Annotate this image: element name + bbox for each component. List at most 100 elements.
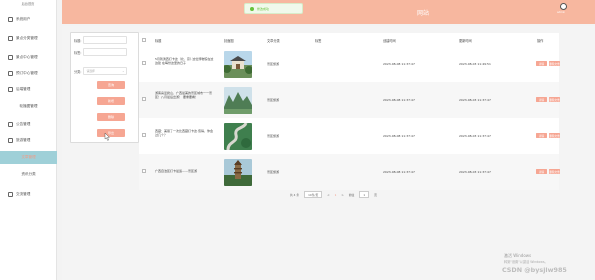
pagination: 共 4 条 10条/页 < 1 > 前往 1 页 [290,191,382,199]
row-created: 2023-08-08 11:37:47 [383,134,415,138]
detail-button[interactable]: 详情 [536,133,547,138]
windows-activation-hint: 转到"设置"以激活 Windows。 [504,260,548,264]
th-actions: 操作 [537,39,544,43]
sidebar-item-label: 系统用户 [16,17,31,21]
table-row: 游客喜爱爬山、广西最美的景区城市一一景区！八月最后出游！ 要重要看！ 景区旅游 … [139,82,560,118]
pin-icon [8,55,13,60]
table-row: 广西自治区打卡最适——景区游 景区旅游 2023-08-08 11:37:47 … [139,154,560,190]
sidebar-item-label: 景点分类管理 [16,36,38,40]
check-circle-icon [250,6,254,11]
goto-input[interactable]: 1 [359,191,370,199]
detail-button[interactable]: 详情 [536,97,547,102]
th-title: 标题 [155,39,162,43]
tag-field: 标签: [74,48,128,56]
map-icon [8,138,13,143]
title-input[interactable] [83,36,128,44]
sidebar-item-label: 文章管理 [21,155,36,159]
row-category: 景区旅游 [267,62,280,66]
select-all-checkbox[interactable] [142,38,146,42]
type-field: 分类: 请选择 ⌄ [74,67,128,75]
row-title[interactable]: 5月到漓西打卡这（北、京）·这位博物馆在这边建 在每份这里的日子 [155,57,215,65]
sidebar-item-backend[interactable]: 后端管理 [0,83,57,96]
row-updated: 2023-08-03 11:49:51 [459,62,491,66]
sidebar-item-notice[interactable]: 公告管理 [0,118,57,131]
page-number[interactable]: 1 [335,193,337,197]
pager-total: 共 4 条 [290,192,300,197]
sidebar-header[interactable]: 后台首页 [0,0,56,9]
toast-text: 修改成功 [257,6,270,11]
export-button[interactable]: 导出 [97,129,125,137]
sidebar-item-label: 资讯分类 [21,172,36,176]
row-checkbox[interactable] [142,97,146,101]
user-icon [8,17,13,22]
sidebar-item-label: 轮播图管理 [19,104,38,108]
type-placeholder: 请选择 [86,69,95,73]
sidebar-item-carousel[interactable]: 轮播图管理 [0,100,57,113]
title-label: 标题: [74,38,82,43]
row-created: 2023-08-08 11:37:47 [383,170,415,174]
delete-row-button[interactable]: 删除文章 [549,97,560,102]
row-created: 2023-08-08 11:37:47 [383,62,415,66]
topbar: 网站 admin [62,0,595,24]
goto-suffix: 页 [374,192,377,197]
sidebar-item-label: 公告管理 [16,122,31,126]
row-title[interactable]: 西藏：美丽了一次比西藏打卡这·值得，你会过几个？ [155,129,215,137]
table-header: 标题 封面图 文章分类 标签 创建时间 更新时间 操作 [139,33,559,46]
csdn-watermark: CSDN @bysjlw985 [502,266,567,274]
site-title: 网站 [417,10,430,17]
row-title[interactable]: 游客喜爱爬山、广西最美的景区城市一一景区！八月最后出游！ 要重要看！ [155,91,217,99]
cover-image [224,87,252,114]
chevron-down-icon: ⌄ [122,69,125,73]
cover-image [224,123,252,150]
sidebar-item-label: 预订中心管理 [16,71,38,75]
delete-row-button[interactable]: 删除文章 [549,61,560,66]
detail-button[interactable]: 详情 [536,61,547,66]
page-size-select[interactable]: 10条/页 [304,191,323,199]
th-category: 文章分类 [267,39,280,43]
table-row: 西藏：美丽了一次比西藏打卡这·值得，你会过几个？ 景区旅游 2023-08-08… [139,118,560,154]
sidebar-item-label: 交流管理 [16,192,31,196]
username[interactable]: admin [557,11,565,14]
sidebar-item-news-category[interactable]: 资讯分类 [0,168,57,181]
delete-row-button[interactable]: 删除文章 [549,169,560,174]
row-updated: 2023-08-03 11:37:47 [459,98,491,102]
sidebar-item-exchange[interactable]: 交流管理 [0,188,57,201]
cover-image [224,159,252,186]
table-row: 5月到漓西打卡这（北、京）·这位博物馆在这边建 在每份这里的日子 景区旅游 20… [139,46,560,82]
sidebar-item-users[interactable]: 系统用户 [0,13,57,26]
delete-row-button[interactable]: 删除文章 [549,133,560,138]
title-field: 标题: [74,36,128,44]
sidebar-item-travel[interactable]: 旅游管理 [0,134,57,147]
prev-page-button[interactable]: < [327,193,329,197]
sidebar-item-articles[interactable]: 文章管理 [0,151,57,164]
next-page-button[interactable]: > [341,193,343,197]
mouse-cursor-icon [104,133,110,141]
sidebar: 后台首页 系统用户 景点分类管理 景点中心管理 预订中心管理 后端管理 轮播图管… [0,0,57,280]
sidebar-item-booking[interactable]: 预订中心管理 [0,67,57,80]
row-checkbox[interactable] [142,61,146,65]
query-button[interactable]: 查询 [97,81,125,89]
row-category: 景区旅游 [267,134,280,138]
folder-icon [8,36,13,41]
row-updated: 2023-08-03 11:37:47 [459,134,491,138]
sidebar-item-spot-category[interactable]: 景点分类管理 [0,32,57,45]
avatar[interactable] [560,3,567,10]
add-button[interactable]: 新增 [97,97,125,105]
delete-button[interactable]: 删除 [97,113,125,121]
th-tag: 标签 [315,39,322,43]
row-category: 景区旅游 [267,170,280,174]
type-label: 分类: [74,69,82,74]
row-updated: 2023-08-03 11:37:47 [459,170,491,174]
th-updated: 更新时间 [459,39,472,43]
tag-label: 标签: [74,50,82,55]
tag-input[interactable] [83,48,128,56]
row-title[interactable]: 广西自治区打卡最适——景区游 [155,169,217,173]
detail-button[interactable]: 详情 [536,169,547,174]
row-checkbox[interactable] [142,169,146,173]
th-created: 创建时间 [383,39,396,43]
row-checkbox[interactable] [142,133,146,137]
th-cover: 封面图 [224,39,234,43]
type-select[interactable]: 请选择 ⌄ [83,67,128,75]
sidebar-item-spot-center[interactable]: 景点中心管理 [0,51,57,64]
bell-icon [8,122,13,127]
